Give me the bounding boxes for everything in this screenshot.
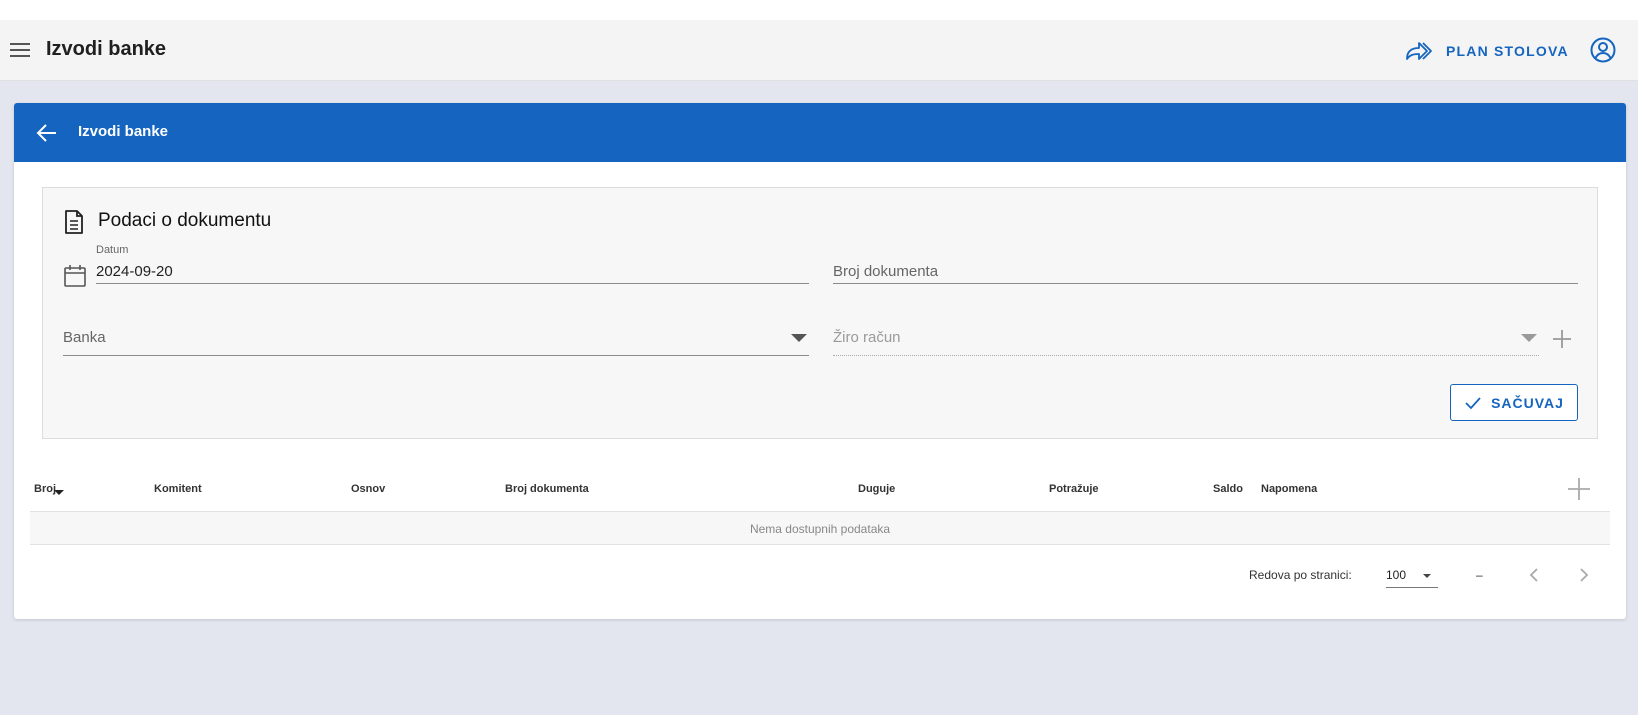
- chevron-down-icon: [791, 334, 807, 342]
- banka-select[interactable]: Banka: [63, 318, 809, 356]
- app-bar: Izvodi banke PLAN STOLOVA: [0, 20, 1638, 81]
- user-circle-icon[interactable]: [1589, 36, 1617, 64]
- card-header: Izvodi banke: [14, 103, 1626, 162]
- broj-dokumenta-field[interactable]: Broj dokumenta: [833, 244, 1578, 284]
- rows-per-page-label: Redova po stranici:: [1249, 568, 1352, 582]
- empty-table-message: Nema dostupnih podataka: [749, 522, 891, 536]
- share-forward-icon: [1406, 42, 1432, 60]
- column-header-duguje[interactable]: Duguje: [858, 483, 895, 495]
- top-strip: [0, 0, 1638, 20]
- column-header-broj-dokumenta[interactable]: Broj dokumenta: [505, 483, 589, 495]
- plus-icon[interactable]: [1567, 477, 1591, 501]
- page-range: –: [1476, 568, 1483, 582]
- ziro-racun-placeholder: Žiro račun: [833, 329, 901, 346]
- table-bottom-divider: [30, 544, 1610, 545]
- plan-stolova-button[interactable]: PLAN STOLOVA: [1404, 35, 1569, 67]
- datum-value: 2024-09-20: [96, 263, 173, 280]
- chevron-left-icon[interactable]: [1522, 563, 1546, 587]
- menu-icon[interactable]: [8, 38, 32, 62]
- plan-stolova-label: PLAN STOLOVA: [1446, 43, 1569, 59]
- calendar-icon[interactable]: [63, 264, 87, 288]
- document-details-panel: Podaci o dokumentu Datum 2024-09-20 Broj…: [42, 187, 1598, 439]
- main-card: Izvodi banke Podaci o dokumentu Datum 20…: [14, 103, 1626, 619]
- datum-label: Datum: [96, 244, 129, 256]
- arrow-left-icon[interactable]: [34, 120, 60, 146]
- check-icon: [1465, 396, 1481, 409]
- rows-per-page-select[interactable]: 100: [1386, 561, 1438, 588]
- plus-icon[interactable]: [1551, 328, 1573, 350]
- sort-desc-icon[interactable]: [54, 490, 64, 495]
- app-title: Izvodi banke: [46, 38, 167, 60]
- chevron-down-icon: [1423, 574, 1431, 578]
- column-header-broj[interactable]: Broj: [34, 483, 56, 495]
- table-row: Nema dostupnih podataka: [30, 512, 1610, 544]
- column-header-potrazuje[interactable]: Potražuje: [1049, 483, 1099, 495]
- save-button[interactable]: SAČUVAJ: [1450, 384, 1578, 421]
- chevron-right-icon[interactable]: [1572, 563, 1596, 587]
- column-header-osnov[interactable]: Osnov: [351, 483, 385, 495]
- datum-field[interactable]: Datum 2024-09-20: [96, 244, 809, 284]
- chevron-down-icon: [1521, 334, 1537, 342]
- ziro-racun-select: Žiro račun: [833, 318, 1539, 356]
- column-header-napomena[interactable]: Napomena: [1261, 483, 1317, 495]
- card-title: Izvodi banke: [78, 123, 169, 140]
- document-icon: [65, 210, 83, 234]
- column-header-saldo[interactable]: Saldo: [1213, 483, 1243, 495]
- column-header-komitent[interactable]: Komitent: [154, 483, 202, 495]
- banka-placeholder: Banka: [63, 329, 106, 346]
- save-button-label: SAČUVAJ: [1491, 394, 1564, 411]
- rows-per-page-value: 100: [1386, 568, 1407, 582]
- panel-title: Podaci o dokumentu: [98, 210, 272, 231]
- broj-dokumenta-placeholder: Broj dokumenta: [833, 263, 939, 280]
